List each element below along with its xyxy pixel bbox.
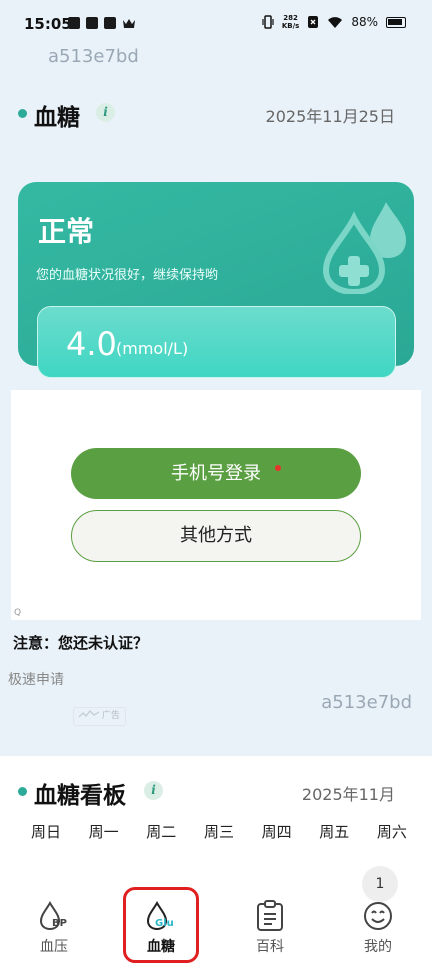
ad-corner-mark: Q [14, 608, 22, 618]
tab-encyclopedia[interactable]: 百科 [230, 890, 310, 964]
sim-icon [308, 16, 319, 28]
net-speed-value: 282 [283, 14, 298, 22]
status-right: 282 KB/s 88% [262, 14, 406, 30]
glucose-value: 4.0 [66, 325, 117, 363]
ad-panel: 手机号登录 其他方式 Q [11, 390, 421, 620]
active-tab-highlight [123, 887, 199, 963]
net-speed-unit: KB/s [281, 22, 300, 30]
smiley-face-icon [364, 902, 392, 930]
app-icon [104, 17, 116, 29]
bottom-tab-bar: BP 血压 Glu 血糖 百科 我的 [0, 890, 432, 964]
glucose-section-header: 血糖 i 2025年11月25日 [0, 96, 432, 132]
weekday: 周四 [261, 823, 292, 841]
status-word: 正常 [38, 215, 95, 248]
glucose-unit: (mmol/L) [116, 339, 189, 358]
info-icon[interactable]: i [96, 103, 115, 122]
weekday-row: 周日 周一 周二 周三 周四 周五 周六 [24, 821, 414, 842]
weekday: 周日 [30, 823, 61, 841]
status-description: 您的血糖状况很好，继续保持哟 [36, 268, 219, 283]
section-dot [18, 787, 27, 796]
tab-label: 百科 [256, 939, 284, 955]
battery-icon [386, 16, 406, 28]
section-dot [18, 109, 27, 118]
section-title: 血糖 [34, 105, 80, 131]
notification-dot [275, 465, 281, 471]
dashboard-header: 血糖看板 i 2025年11月 [0, 774, 432, 810]
quick-apply-link[interactable]: 极速申请 [8, 669, 64, 689]
play-icon [86, 17, 98, 29]
notification-icons [68, 17, 136, 29]
dashboard-title: 血糖看板 [34, 783, 126, 809]
status-time: 15:05 [24, 15, 72, 33]
vibrate-icon [262, 15, 274, 29]
tab-blood-pressure[interactable]: BP 血压 [14, 890, 94, 964]
crown-icon [123, 19, 135, 28]
phone-login-button[interactable]: 手机号登录 [71, 448, 361, 499]
status-bar: 15:05 282 KB/s 88% [0, 0, 432, 48]
glucose-value-box: 4.0 (mmol/L) [37, 306, 396, 378]
weekday: 周三 [203, 823, 234, 841]
device-id-top: a513e7bd [48, 46, 139, 67]
tab-label: 我的 [364, 939, 392, 955]
tab-mine[interactable]: 我的 [338, 890, 418, 964]
verification-notice[interactable]: 注意：您还未认证？ [13, 632, 148, 653]
info-icon[interactable]: i [144, 781, 163, 800]
other-login-button[interactable]: 其他方式 [71, 510, 361, 562]
tab-label: 血压 [40, 939, 68, 955]
net-speed: 282 KB/s [282, 14, 299, 30]
weekday: 周五 [319, 823, 350, 841]
wifi-icon [328, 16, 343, 28]
phone-login-label: 手机号登录 [171, 463, 261, 484]
mail-icon [68, 17, 80, 29]
bp-icon-text: BP [52, 918, 67, 929]
ad-badge-label: 广告 [101, 711, 120, 721]
medical-drop-icon [322, 202, 406, 294]
encyclopedia-clipboard-icon [257, 900, 283, 931]
ad-logo-icon [78, 710, 100, 718]
weekday: 周一 [88, 823, 119, 841]
dashboard-month[interactable]: 2025年11月 [302, 781, 395, 805]
weekday: 周二 [146, 823, 177, 841]
weekday: 周六 [376, 823, 407, 841]
device-id-bottom: a513e7bd [321, 692, 412, 713]
blood-pressure-drop-icon: BP [39, 900, 67, 931]
section-date: 2025年11月25日 [265, 107, 395, 126]
ad-badge: 广告 [73, 707, 126, 726]
battery-percent: 88% [351, 15, 378, 29]
